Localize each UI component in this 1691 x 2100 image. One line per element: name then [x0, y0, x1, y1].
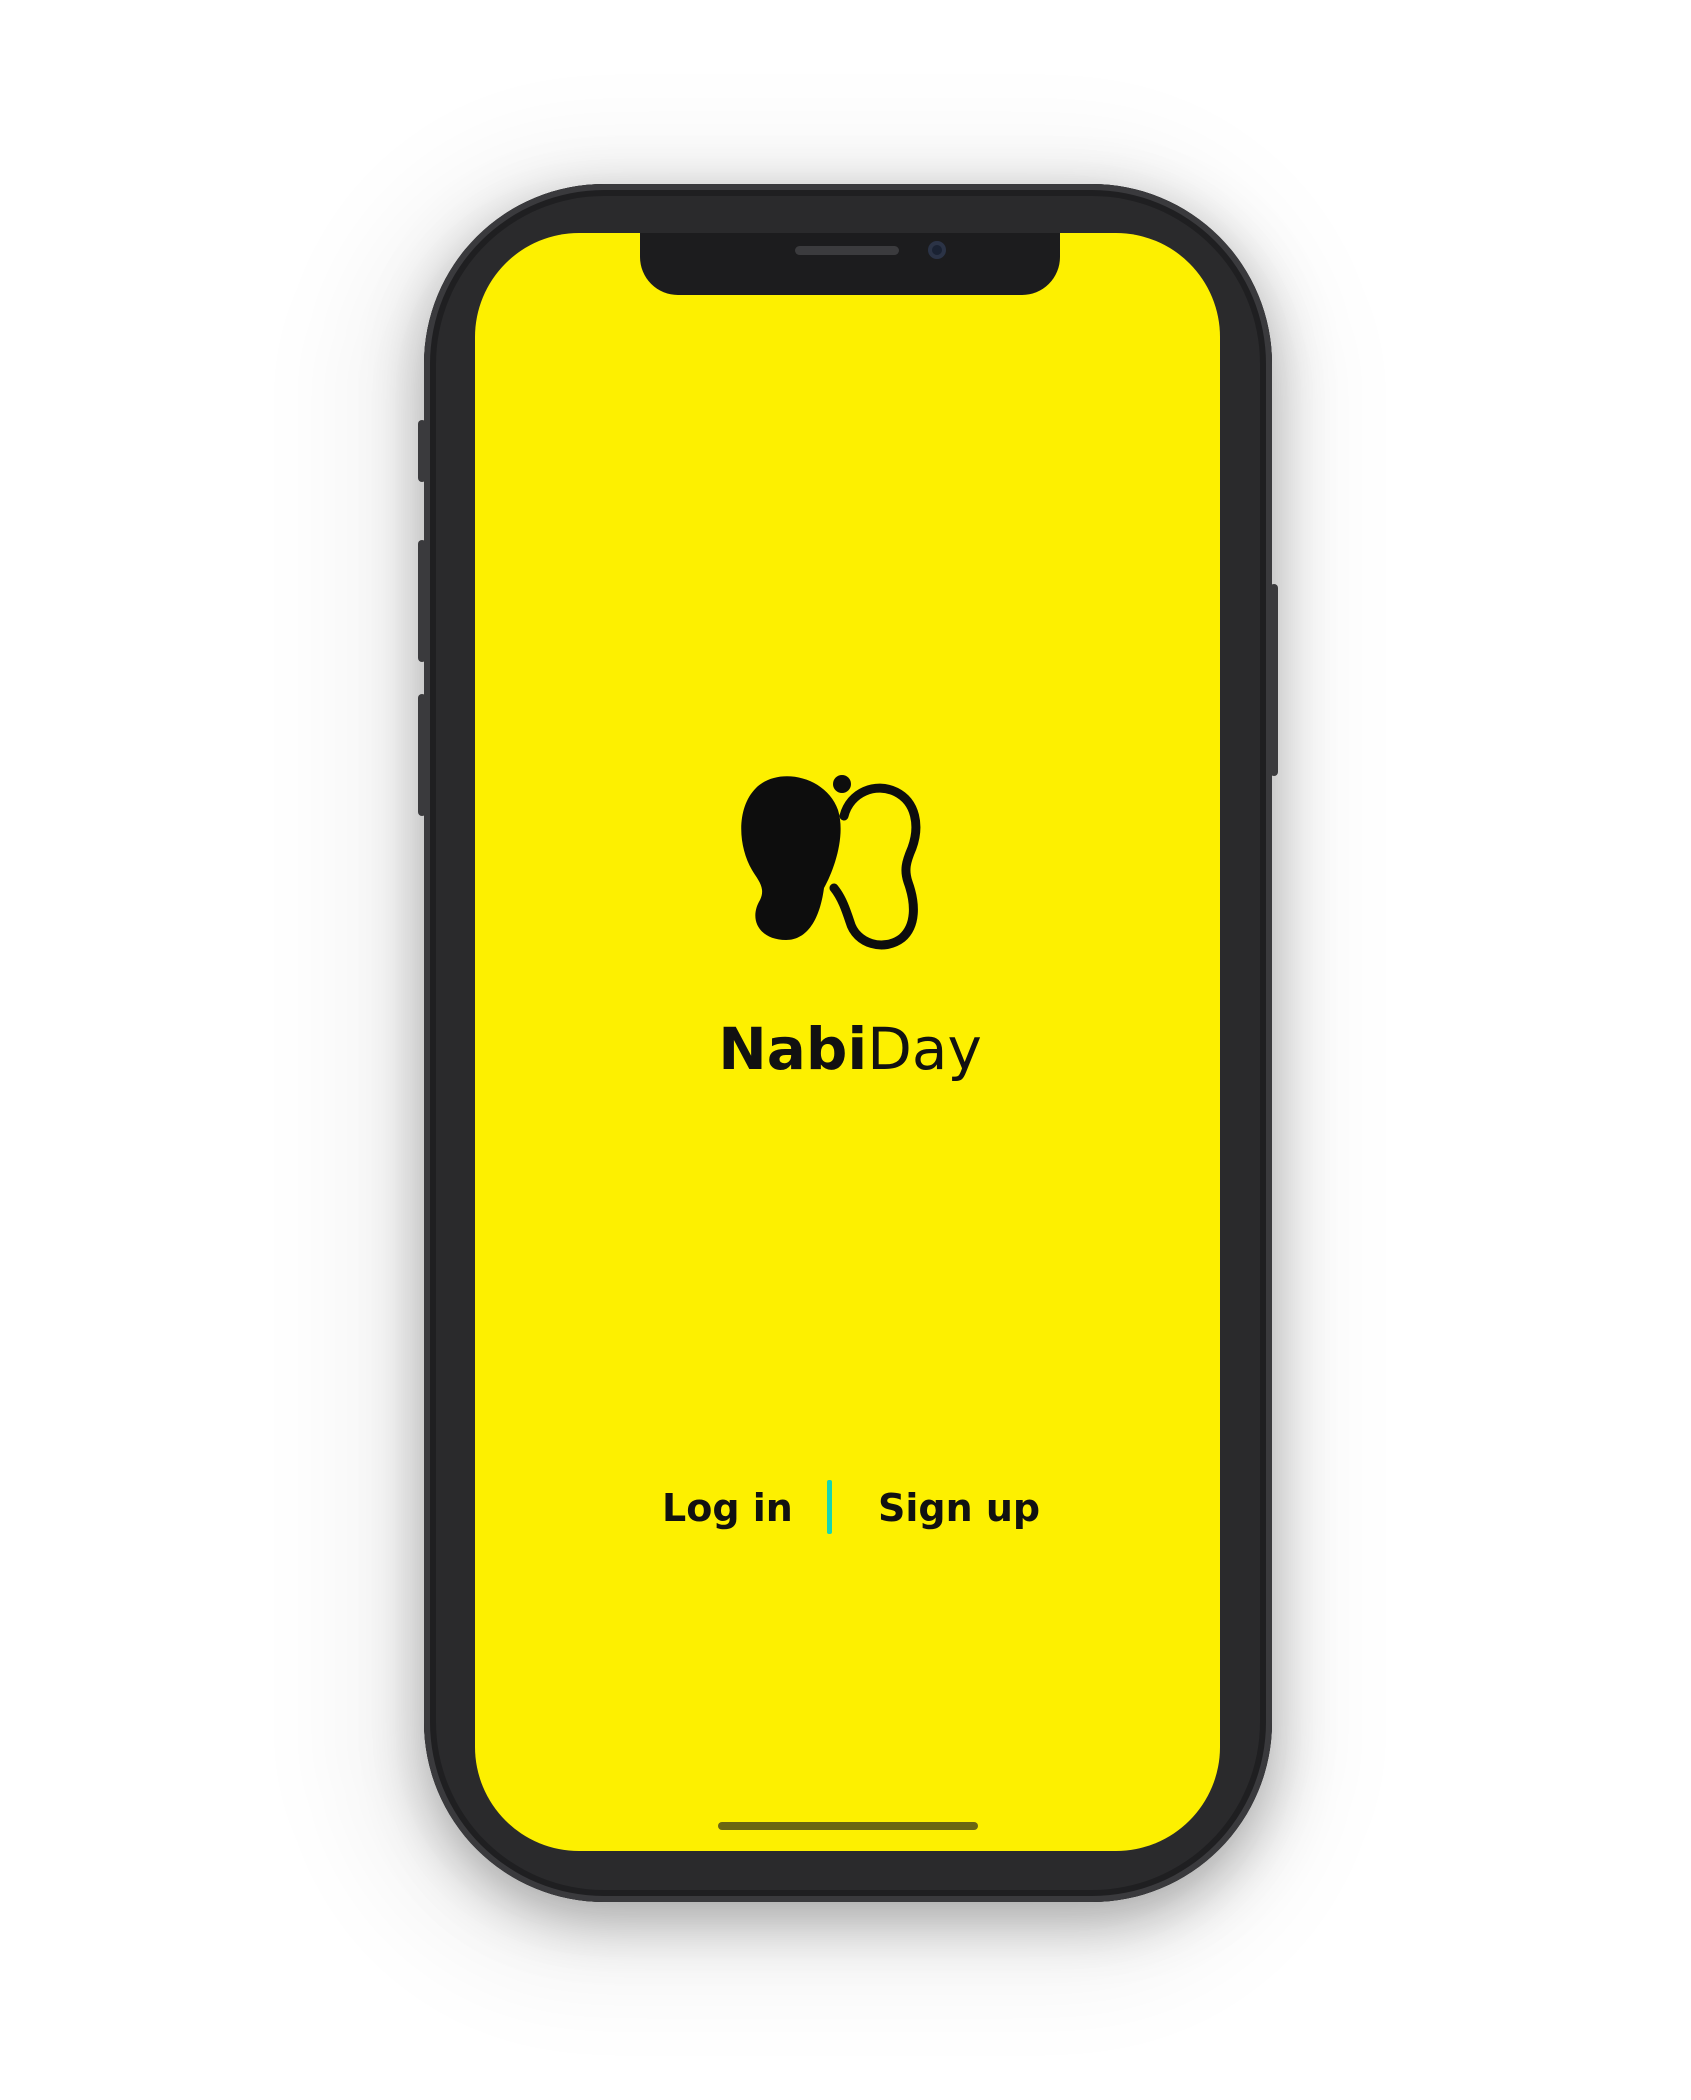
login-button[interactable]: Log in: [662, 1478, 793, 1538]
home-indicator[interactable]: [718, 1822, 978, 1830]
front-camera: [928, 241, 946, 259]
brand-name-light: Day: [867, 1015, 982, 1083]
power-button: [1270, 584, 1278, 776]
device-notch: [640, 233, 1060, 295]
signup-button[interactable]: Sign up: [878, 1478, 1040, 1538]
mockup-stage: NabiDay Log in Sign up: [0, 0, 1691, 2100]
butterfly-logo-icon: [738, 770, 958, 970]
mute-switch: [418, 420, 426, 482]
earpiece-speaker: [795, 246, 899, 255]
brand-name-bold: Nabi: [718, 1015, 868, 1083]
actions-divider: [827, 1480, 832, 1534]
auth-actions: Log in Sign up: [640, 1478, 1060, 1538]
volume-down-button: [418, 694, 426, 816]
volume-up-button: [418, 540, 426, 662]
brand-name: NabiDay: [700, 1015, 1000, 1083]
